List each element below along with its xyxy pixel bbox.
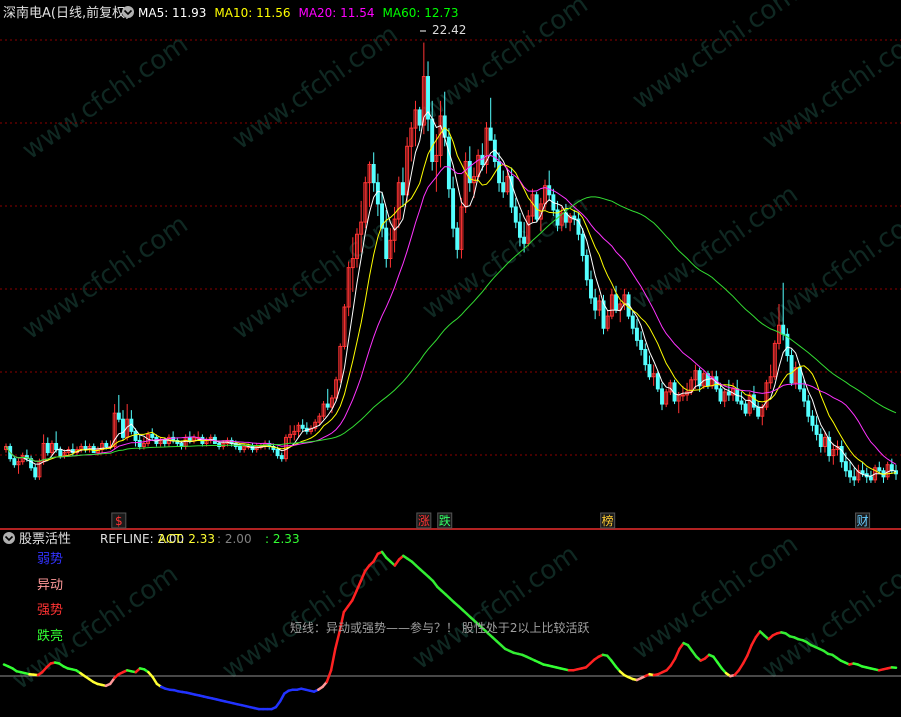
candle-body <box>325 403 330 408</box>
candle-body <box>877 467 882 472</box>
candle-body <box>133 430 138 441</box>
candle-body <box>400 182 405 196</box>
candle-body <box>513 206 518 223</box>
candle-body <box>797 367 802 390</box>
candle-body <box>814 424 819 435</box>
candle-body <box>818 433 823 448</box>
candle-body <box>848 470 853 478</box>
candle-body <box>488 127 493 141</box>
candle-body <box>547 185 552 196</box>
candle-body <box>121 418 125 438</box>
candle-body <box>810 415 815 426</box>
candle-body <box>104 442 109 448</box>
candle-body <box>417 109 422 126</box>
candle-body <box>839 446 844 463</box>
candle-body <box>501 182 506 193</box>
candle-body <box>802 388 807 402</box>
candle-body <box>806 400 811 417</box>
candle-body <box>430 118 435 162</box>
settings-icon[interactable] <box>122 6 134 18</box>
candle-body <box>718 388 723 402</box>
candle-body <box>116 412 121 420</box>
candle-body <box>680 394 685 397</box>
candle-body <box>843 461 848 472</box>
ma-legend-item: MA5: 11.93 <box>138 6 206 20</box>
level-label-anomaly: 异动 <box>37 578 63 593</box>
candle-body <box>275 449 280 457</box>
candle-body <box>739 400 744 405</box>
stock-chart[interactable]: www.cfchi.com www.cfchi.com www.cfchi.com w… <box>0 0 901 717</box>
candle-body <box>852 476 857 481</box>
ma-legend: MA5: 11.93 MA10: 11.56 MA20: 11.54 MA60: 12… <box>138 6 459 20</box>
candle-body <box>150 433 155 438</box>
act-value: ACT: 2.33 <box>158 532 215 546</box>
candle-body <box>480 154 485 165</box>
candle-body <box>187 436 192 441</box>
candle-body <box>647 364 652 378</box>
candle-body <box>789 355 794 384</box>
candle-body <box>593 297 598 311</box>
candle-body <box>756 406 761 417</box>
candle-body <box>12 458 17 466</box>
event-marker: 跌 <box>439 513 451 528</box>
candle-body <box>634 327 639 341</box>
candle-body <box>446 136 451 190</box>
candle-body <box>45 442 50 454</box>
event-marker: 涨 <box>418 513 430 528</box>
candle-body <box>371 163 376 184</box>
candle-body <box>726 391 731 396</box>
candle-body <box>384 227 389 259</box>
candle-body <box>517 221 522 238</box>
candle-body <box>279 455 284 460</box>
ma-legend-item: MA10: 11.56 <box>214 6 290 20</box>
ma-legend-item: MA60: 12.73 <box>383 6 459 20</box>
candle-body <box>743 403 748 414</box>
candle-body <box>643 348 648 366</box>
candle-body <box>614 294 619 311</box>
candle-body <box>238 446 242 451</box>
indicator-value-3: : 2.33 <box>265 532 300 546</box>
level-label-strong: 强势 <box>37 602 63 618</box>
candle-body <box>868 476 873 481</box>
candle-body <box>639 339 644 350</box>
candle-body <box>451 188 456 229</box>
indicator-settings-icon[interactable] <box>3 532 15 544</box>
candle-body <box>58 449 63 457</box>
candle-body <box>580 233 585 256</box>
indicator-title[interactable]: 股票活性 <box>19 532 71 547</box>
event-marker: 榜 <box>602 513 614 528</box>
candle-body <box>589 279 593 299</box>
candle-body <box>54 442 59 451</box>
level-label-fall: 跌亮 <box>37 628 63 644</box>
indicator-annotation: 短线：异动或强势——参与？！ 股性处于2以上比较活跃 <box>290 620 589 635</box>
candle-body <box>781 324 786 335</box>
candle-body <box>584 254 589 281</box>
event-marker: $ <box>115 514 123 528</box>
candle-body <box>91 446 96 454</box>
indicator-value-2: : 2.00 <box>217 532 252 546</box>
candle-body <box>162 439 167 444</box>
level-label-weak: 弱势 <box>37 551 63 567</box>
stock-title[interactable]: 深南电A(日线,前复权) <box>3 5 130 21</box>
candle-body <box>497 160 502 184</box>
candle-body <box>455 227 460 250</box>
candle-body <box>660 388 664 405</box>
peak-label: 22.42 <box>432 23 466 37</box>
ma-legend-item: MA20: 11.54 <box>298 6 374 20</box>
candle-body <box>137 439 142 448</box>
candle-body <box>630 315 635 329</box>
candle-body <box>300 424 305 429</box>
candle-body <box>522 236 527 244</box>
candle-body <box>655 373 660 390</box>
candle-body <box>33 467 38 478</box>
event-marker: 财 <box>857 514 869 528</box>
